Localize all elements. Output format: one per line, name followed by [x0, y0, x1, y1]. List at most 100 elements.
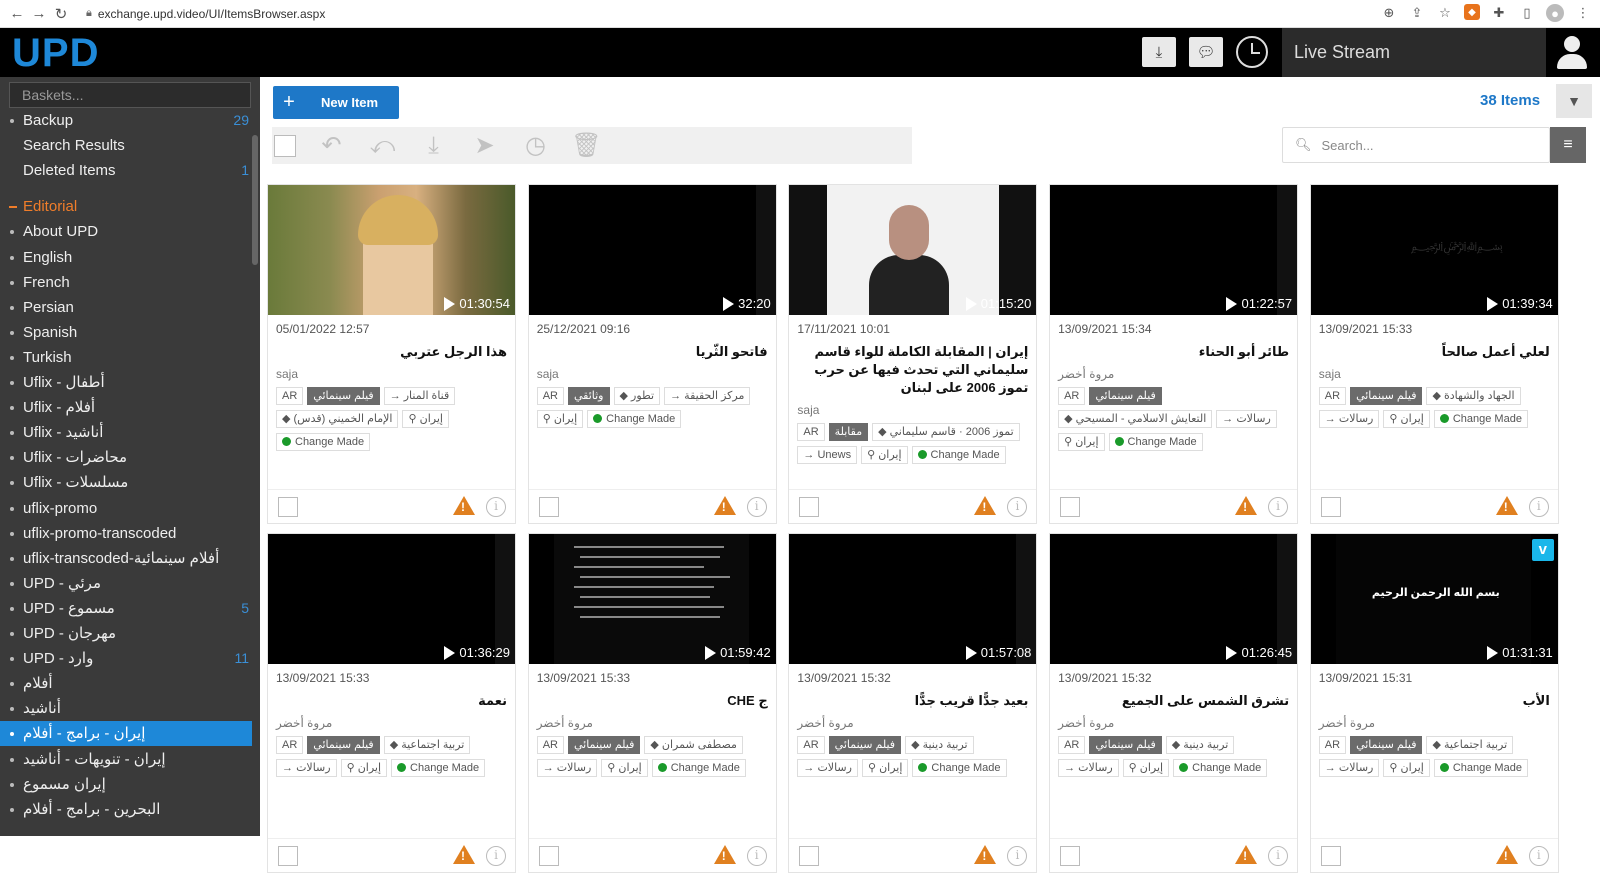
- info-icon[interactable]: i: [1528, 846, 1549, 866]
- sidebar-item[interactable]: UPD - مسموع 5: [0, 596, 252, 621]
- video-thumbnail[interactable]: 01:30:54: [268, 185, 515, 315]
- tag[interactable]: AR: [1058, 387, 1086, 405]
- tag[interactable]: ⚲ إيران: [402, 410, 449, 428]
- sidebar-item[interactable]: Persian: [0, 295, 252, 320]
- item-checkbox[interactable]: [799, 497, 820, 517]
- sidebar-item[interactable]: uflix-promo-transcoded: [0, 521, 252, 546]
- item-checkbox[interactable]: [538, 497, 559, 517]
- tag[interactable]: AR: [797, 423, 825, 441]
- status-badge[interactable]: Change Made: [1433, 410, 1528, 428]
- video-thumbnail[interactable]: 01:22:57: [1050, 185, 1298, 315]
- item-title[interactable]: ج CHE: [538, 692, 767, 710]
- warning-icon[interactable]: [1235, 496, 1258, 515]
- tag[interactable]: ⚲ إيران: [1383, 759, 1430, 777]
- item-card[interactable]: بسم الله الرحمن الرحيم 01:31:31 v 13/09/202…: [1309, 533, 1559, 873]
- puzzle-icon[interactable]: ✚: [1490, 4, 1508, 22]
- item-title[interactable]: بعيد جدًّا قريب جدًّا: [798, 692, 1029, 710]
- warning-icon[interactable]: [1495, 845, 1518, 864]
- tag[interactable]: وثائقي: [567, 387, 610, 405]
- chat-button[interactable]: 💬︎: [1189, 37, 1223, 67]
- tag[interactable]: AR: [536, 736, 564, 754]
- zoom-icon[interactable]: ⊕: [1380, 4, 1398, 22]
- clock-icon[interactable]: [1236, 36, 1268, 68]
- tag[interactable]: ⚲ إيران: [1122, 759, 1170, 777]
- sidebar-item[interactable]: أفلام: [0, 671, 252, 696]
- sidebar-item[interactable]: أناشيد: [0, 696, 252, 721]
- download-icon[interactable]: ⤓: [408, 132, 459, 160]
- status-badge[interactable]: Change Made: [1173, 759, 1268, 777]
- tag[interactable]: فيلم سينمائي: [1350, 387, 1423, 405]
- new-item-button[interactable]: + New Item: [273, 86, 399, 119]
- tag[interactable]: → رسالات: [1318, 759, 1380, 777]
- video-thumbnail[interactable]: 01:59:42: [528, 534, 776, 664]
- item-title[interactable]: نعمة: [277, 692, 507, 710]
- sidebar-item[interactable]: إيران - تنويهات - أناشيد: [0, 747, 252, 772]
- user-menu[interactable]: [1546, 28, 1600, 77]
- vimeo-icon[interactable]: v: [1531, 539, 1554, 561]
- download-button[interactable]: ⤓: [1142, 37, 1176, 67]
- tag[interactable]: ⚲ إيران: [536, 410, 584, 428]
- sidebar-item[interactable]: Spanish: [0, 320, 252, 345]
- status-badge[interactable]: Change Made: [391, 759, 486, 777]
- kebab-icon[interactable]: ⋮: [1574, 4, 1592, 22]
- tag[interactable]: فيلم سينمائي: [307, 736, 380, 754]
- tag[interactable]: ⚲ إيران: [601, 759, 648, 777]
- tag[interactable]: ◆ الإمام الخميني (قدس): [276, 410, 399, 428]
- sidebar-item[interactable]: UPD - مهرجان: [0, 621, 252, 646]
- tag[interactable]: ⚲ إيران: [861, 446, 908, 464]
- tag[interactable]: ◆ مصطفى شمران: [644, 736, 743, 754]
- sidebar-item[interactable]: uflix-promo: [0, 496, 252, 521]
- tag[interactable]: ◆ تربية دينية: [1165, 736, 1235, 754]
- tag[interactable]: فيلم سينمائي: [828, 736, 902, 754]
- sidebar-item[interactable]: Turkish: [0, 345, 252, 370]
- item-checkbox[interactable]: [278, 497, 298, 517]
- tag[interactable]: AR: [797, 736, 825, 754]
- status-badge[interactable]: Change Made: [587, 410, 682, 428]
- item-title[interactable]: الأب: [1320, 692, 1550, 710]
- baskets-search-input[interactable]: Baskets...: [9, 82, 251, 108]
- info-icon[interactable]: i: [1007, 846, 1028, 866]
- tag[interactable]: AR: [536, 387, 564, 405]
- item-checkbox[interactable]: [1060, 846, 1081, 866]
- tag[interactable]: AR: [276, 387, 304, 405]
- star-icon[interactable]: ☆: [1436, 4, 1454, 22]
- item-title[interactable]: تشرق الشمس على الجميع: [1059, 692, 1289, 710]
- tag[interactable]: فيلم سينمائي: [1089, 387, 1162, 405]
- extension-icon[interactable]: ◆: [1464, 4, 1480, 20]
- item-card[interactable]: 01:59:42 13/09/2021 15:33 ج CHE مروة أخضر AR…: [527, 533, 777, 873]
- item-checkbox[interactable]: [278, 846, 298, 866]
- reply-icon[interactable]: ↶: [306, 131, 357, 160]
- video-thumbnail[interactable]: 32:20: [528, 185, 776, 315]
- info-icon[interactable]: i: [486, 497, 506, 517]
- tag[interactable]: ◆ الجهاد والشهادة: [1426, 387, 1521, 405]
- status-badge[interactable]: Change Made: [1433, 759, 1528, 777]
- status-badge[interactable]: Change Made: [1108, 433, 1203, 451]
- sidebar-item[interactable]: UPD - مرئي: [0, 571, 252, 596]
- sidebar-item[interactable]: UPD - وارد 11: [0, 646, 252, 671]
- tag[interactable]: AR: [1318, 387, 1347, 405]
- tag[interactable]: → رسالات: [536, 759, 598, 777]
- warning-icon[interactable]: [453, 845, 475, 864]
- tag[interactable]: مقابلة: [828, 423, 869, 441]
- video-thumbnail[interactable]: 01:26:45: [1050, 534, 1298, 664]
- item-card[interactable]: 01:30:54 05/01/2022 12:57 هذا الرجل عتربي s…: [267, 184, 516, 524]
- item-title[interactable]: هذا الرجل عتربي: [277, 343, 507, 361]
- item-checkbox[interactable]: [538, 846, 559, 866]
- sidebar-item[interactable]: Deleted Items 1: [0, 158, 252, 183]
- warning-icon[interactable]: [713, 496, 736, 515]
- tag[interactable]: → مركز الحقيقة: [664, 387, 751, 405]
- sidebar-item[interactable]: uflix-transcoded-أفلام سينمائية: [0, 546, 252, 571]
- item-card[interactable]: 01:26:45 13/09/2021 15:32 تشرق الشمس على ا…: [1049, 533, 1299, 873]
- select-all-checkbox[interactable]: [274, 134, 296, 157]
- sidebar-item[interactable]: About UPD: [0, 219, 252, 244]
- reply-all-icon[interactable]: ⤺: [357, 132, 408, 160]
- warning-icon[interactable]: [713, 845, 736, 864]
- sidebar-item[interactable]: Uflix - أناشيد: [0, 420, 252, 445]
- status-badge[interactable]: Change Made: [651, 759, 746, 777]
- tag[interactable]: ◆ تطور: [613, 387, 661, 405]
- video-thumbnail[interactable]: 01:36:29: [268, 534, 515, 664]
- tag[interactable]: فيلم سينمائي: [1089, 736, 1162, 754]
- status-badge[interactable]: Change Made: [276, 433, 371, 451]
- tag[interactable]: → قناة المنار: [383, 387, 456, 405]
- warning-icon[interactable]: [453, 496, 475, 515]
